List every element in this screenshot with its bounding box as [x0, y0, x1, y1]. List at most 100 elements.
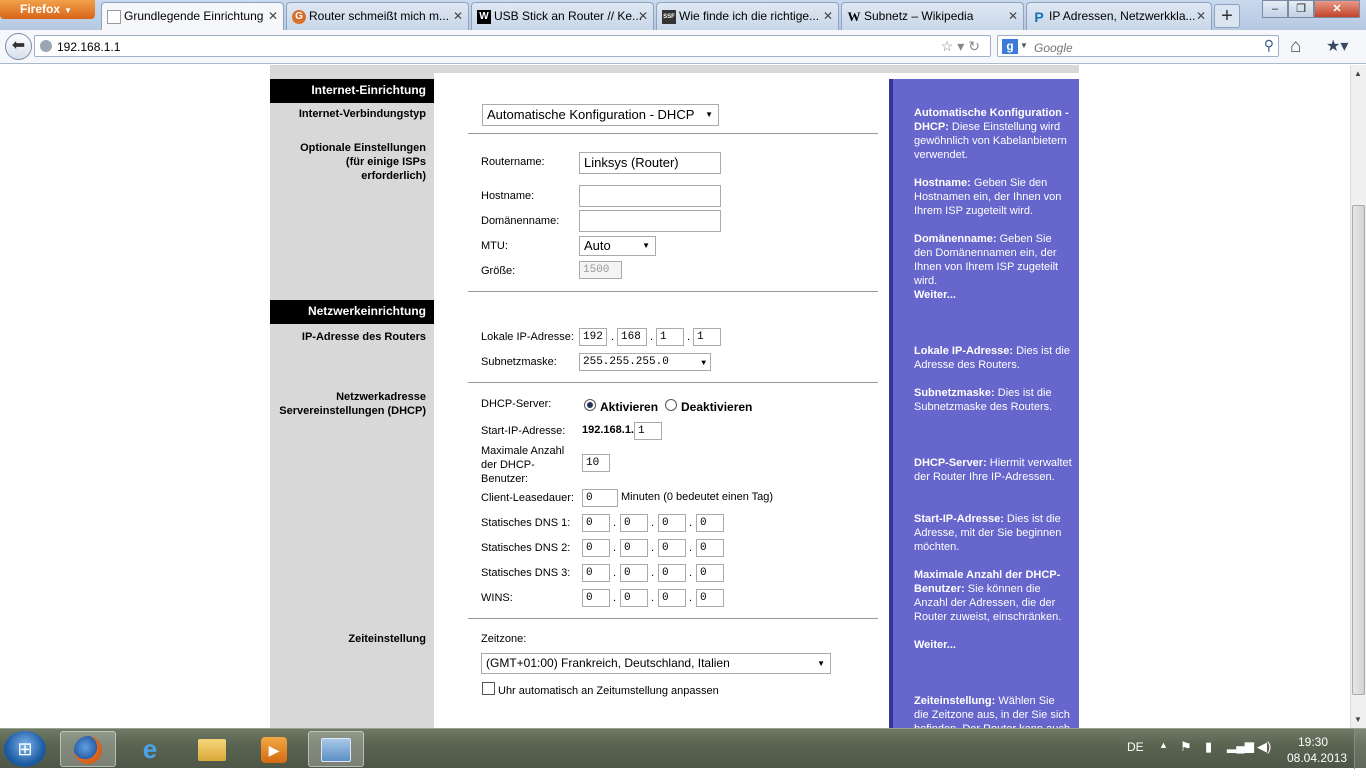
- bookmarks-icon[interactable]: ★▾: [1326, 36, 1348, 56]
- tab-subnetz-wikipedia[interactable]: W Subnetz – Wikipedia ✕: [841, 2, 1024, 30]
- ip-dot: .: [651, 592, 655, 604]
- url-bar[interactable]: 192.168.1.1 ☆▾↻: [34, 35, 991, 57]
- dhcp-enable-radio[interactable]: [584, 399, 596, 411]
- tab-ssf[interactable]: SSF Wie finde ich die richtige... ✕: [656, 2, 839, 30]
- label-connection-type: Internet-Verbindungstyp: [298, 108, 426, 120]
- url-text[interactable]: 192.168.1.1: [57, 40, 120, 54]
- section-network-setup: Netzwerkeinrichtung: [270, 300, 434, 324]
- tab-usb-stick[interactable]: W USB Stick an Router // Ke... ✕: [471, 2, 654, 30]
- minimize-button[interactable]: –: [1262, 0, 1288, 18]
- dns1-octet-3[interactable]: 0: [658, 514, 686, 532]
- ip-dot: .: [687, 331, 691, 343]
- dhcp-enable-label[interactable]: Aktivieren: [600, 400, 658, 414]
- subnet-mask-select[interactable]: 255.255.255.0 ▼: [579, 353, 711, 371]
- dns2-octet-4[interactable]: 0: [696, 539, 724, 557]
- mtu-select[interactable]: Auto ▼: [579, 236, 656, 256]
- mtu-label: MTU:: [481, 240, 508, 252]
- timezone-select[interactable]: (GMT+01:00) Frankreich, Deutschland, Ita…: [481, 653, 831, 674]
- dns3-octet-3[interactable]: 0: [658, 564, 686, 582]
- wins-octet-3[interactable]: 0: [658, 589, 686, 607]
- hostname-input[interactable]: [579, 185, 721, 207]
- close-tab-icon[interactable]: ✕: [823, 9, 833, 23]
- close-tab-icon[interactable]: ✕: [638, 9, 648, 23]
- dns2-octet-1[interactable]: 0: [582, 539, 610, 557]
- auto-dst-label[interactable]: Uhr automatisch an Zeitumstellung anpass…: [498, 685, 719, 697]
- mtu-size-input[interactable]: 1500: [579, 261, 622, 279]
- dns3-octet-2[interactable]: 0: [620, 564, 648, 582]
- ip-dot: .: [613, 517, 617, 529]
- tab-grundlegende-einrichtung[interactable]: Grundlegende Einrichtung ✕: [101, 2, 284, 31]
- local-ip-octet-1[interactable]: 192: [579, 328, 607, 346]
- network-app-icon[interactable]: [308, 731, 364, 767]
- domain-input[interactable]: [579, 210, 721, 232]
- search-icon[interactable]: ⚲: [1264, 37, 1274, 54]
- explorer-folder-icon[interactable]: [184, 731, 240, 767]
- tab-router-forum[interactable]: G Router schmeißt mich m... ✕: [286, 2, 469, 30]
- auto-dst-checkbox[interactable]: [482, 682, 495, 695]
- dns2-octet-2[interactable]: 0: [620, 539, 648, 557]
- clock[interactable]: 19:30 08.04.2013: [1287, 734, 1347, 766]
- dns3-octet-1[interactable]: 0: [582, 564, 610, 582]
- dhcp-disable-radio[interactable]: [665, 399, 677, 411]
- ip-dot: .: [611, 331, 615, 343]
- wins-octet-1[interactable]: 0: [582, 589, 610, 607]
- dns2-label: Statisches DNS 2:: [481, 542, 571, 554]
- local-ip-octet-4[interactable]: 1: [693, 328, 721, 346]
- volume-icon[interactable]: ◀): [1257, 739, 1271, 755]
- media-player-icon[interactable]: ▶: [246, 731, 302, 767]
- tab-label: IP Adressen, Netzwerkkla...: [1049, 9, 1196, 23]
- local-ip-octet-2[interactable]: 168: [617, 328, 647, 346]
- close-tab-icon[interactable]: ✕: [268, 9, 278, 23]
- max-users-input[interactable]: 10: [582, 454, 610, 472]
- flag-icon[interactable]: ⚑: [1180, 739, 1192, 755]
- dns3-octet-4[interactable]: 0: [696, 564, 724, 582]
- connection-type-value: Automatische Konfiguration - DHCP: [487, 107, 695, 122]
- scroll-up-icon[interactable]: ▲: [1354, 69, 1362, 78]
- page-viewport: Internet-Einrichtung Netzwerkeinrichtung…: [0, 65, 1350, 728]
- start-ip-input[interactable]: 1: [634, 422, 662, 440]
- wins-octet-4[interactable]: 0: [696, 589, 724, 607]
- dns2-octet-3[interactable]: 0: [658, 539, 686, 557]
- dns1-octet-1[interactable]: 0: [582, 514, 610, 532]
- search-bar[interactable]: g ▼ Google ⚲: [997, 35, 1279, 57]
- maximize-button[interactable]: ❐: [1288, 0, 1314, 18]
- connection-type-select[interactable]: Automatische Konfiguration - DHCP ▼: [482, 104, 719, 126]
- close-tab-icon[interactable]: ✕: [453, 9, 463, 23]
- firefox-taskbar-icon[interactable]: [60, 731, 116, 767]
- close-tab-icon[interactable]: ✕: [1008, 9, 1018, 23]
- tab-ip-adressen[interactable]: P IP Adressen, Netzwerkkla... ✕: [1026, 2, 1212, 30]
- wins-octet-2[interactable]: 0: [620, 589, 648, 607]
- close-tab-icon[interactable]: ✕: [1196, 9, 1206, 23]
- language-indicator[interactable]: DE: [1127, 740, 1144, 754]
- close-window-button[interactable]: ✕: [1314, 0, 1360, 18]
- dns3-label: Statisches DNS 3:: [481, 567, 571, 579]
- lease-time-input[interactable]: 0: [582, 489, 618, 507]
- help-more-link-2[interactable]: Weiter...: [914, 638, 1072, 652]
- local-ip-octet-3[interactable]: 1: [656, 328, 684, 346]
- show-desktop-button[interactable]: [1354, 729, 1366, 769]
- new-tab-button[interactable]: +: [1214, 4, 1240, 28]
- routername-input[interactable]: Linksys (Router): [579, 152, 721, 174]
- chevron-down-icon[interactable]: ▼: [1020, 41, 1028, 50]
- ip-dot: .: [651, 542, 655, 554]
- bookmark-star-icon[interactable]: ☆▾↻: [941, 38, 984, 55]
- help-title: Subnetzmaske:: [914, 387, 995, 399]
- show-hidden-icons[interactable]: ▲: [1159, 740, 1168, 750]
- back-button[interactable]: ⬅: [5, 33, 32, 60]
- dns1-octet-2[interactable]: 0: [620, 514, 648, 532]
- ip-dot: .: [689, 517, 693, 529]
- scroll-thumb[interactable]: [1352, 205, 1365, 695]
- battery-icon[interactable]: ▮: [1205, 739, 1212, 755]
- dns1-octet-4[interactable]: 0: [696, 514, 724, 532]
- ip-dot: .: [651, 567, 655, 579]
- scroll-down-icon[interactable]: ▼: [1354, 715, 1362, 724]
- home-icon[interactable]: ⌂: [1290, 36, 1301, 58]
- dhcp-disable-label[interactable]: Deaktivieren: [681, 400, 752, 414]
- help-more-link-1[interactable]: Weiter...: [914, 288, 1072, 302]
- google-icon[interactable]: g: [1002, 39, 1018, 54]
- vertical-scrollbar[interactable]: ▲ ▼: [1350, 65, 1366, 728]
- internet-explorer-icon[interactable]: e: [122, 731, 178, 767]
- start-button[interactable]: ⊞: [4, 731, 46, 767]
- firefox-menu-button[interactable]: Firefox ▼: [0, 0, 95, 19]
- network-signal-icon[interactable]: ▂▄▆: [1227, 739, 1254, 753]
